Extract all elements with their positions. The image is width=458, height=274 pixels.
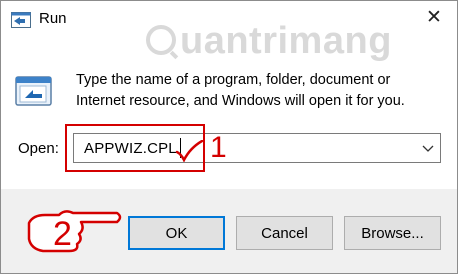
open-input[interactable]: APPWIZ.CPL xyxy=(84,140,177,157)
watermark-logo: uantrimang xyxy=(146,19,416,63)
close-icon: ✕ xyxy=(426,7,442,28)
run-program-icon xyxy=(15,76,52,106)
close-button[interactable]: ✕ xyxy=(411,1,457,35)
annotation-step-1: 1 xyxy=(210,131,227,164)
run-description: Type the name of a program, folder, docu… xyxy=(76,72,405,109)
open-label: Open: xyxy=(18,140,59,157)
browse-button[interactable]: Browse... xyxy=(344,216,441,250)
run-dialog: Run ✕ uantrimang Type the name of a prog… xyxy=(0,0,458,274)
annotation-step-2: 2 xyxy=(53,215,72,253)
ok-button[interactable]: OK xyxy=(128,216,225,250)
run-app-icon xyxy=(11,12,31,28)
text-caret xyxy=(180,138,181,158)
watermark-q-icon xyxy=(146,24,176,55)
watermark-text: uantrimang xyxy=(180,20,392,62)
cancel-button[interactable]: Cancel xyxy=(236,216,333,250)
chevron-down-icon[interactable] xyxy=(422,143,434,153)
open-combobox[interactable]: APPWIZ.CPL xyxy=(73,133,441,163)
window-title: Run xyxy=(39,10,67,27)
